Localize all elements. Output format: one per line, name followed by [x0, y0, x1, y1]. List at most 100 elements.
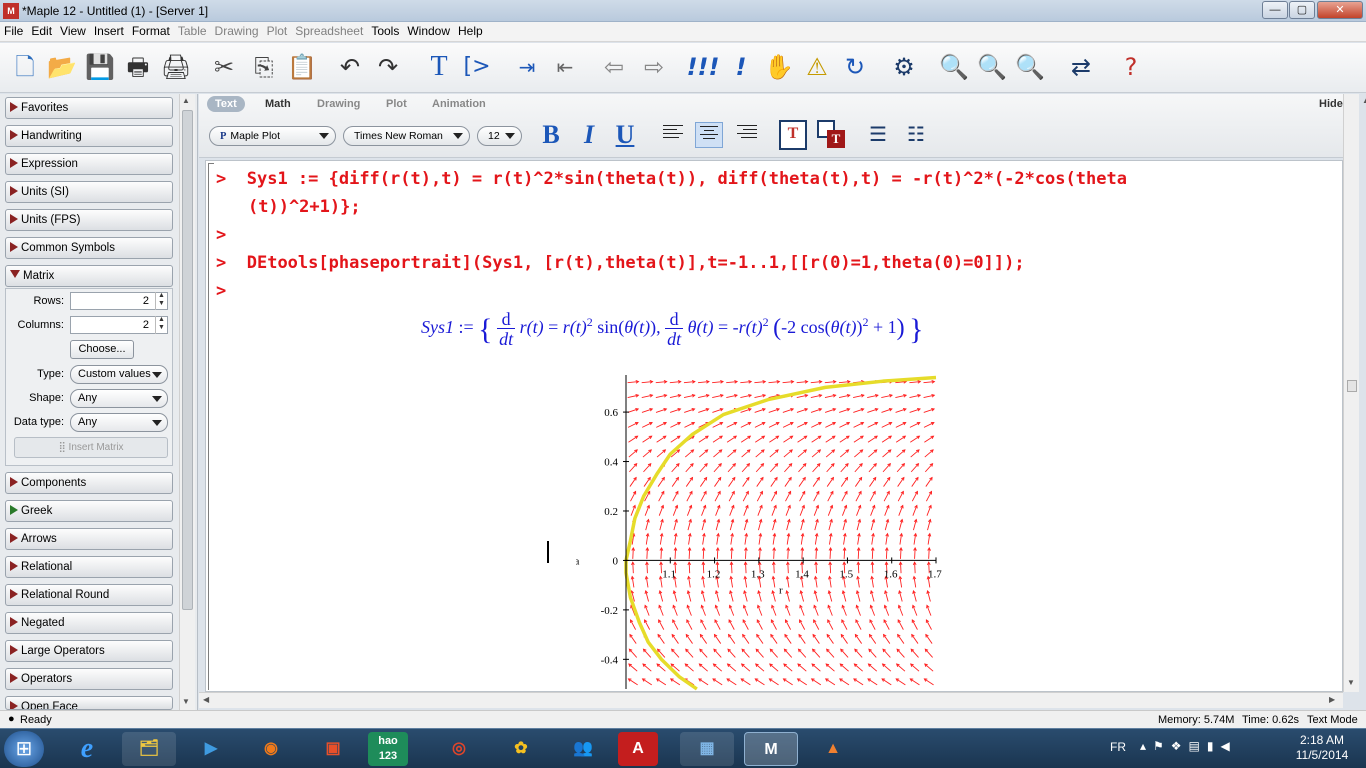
- scroll-right-icon[interactable]: ▶: [1329, 695, 1335, 704]
- menu-table[interactable]: Table: [174, 22, 211, 40]
- palette-common-symbols[interactable]: Common Symbols: [5, 237, 173, 259]
- maple-app-icon[interactable]: M: [3, 3, 19, 19]
- palette-scrollbar[interactable]: ▲ ▼: [179, 94, 195, 710]
- insert-prompt-button[interactable]: [>: [460, 51, 494, 83]
- italic-button[interactable]: I: [575, 120, 603, 150]
- save-icon[interactable]: 💾: [83, 51, 117, 83]
- toggle-arrows-icon[interactable]: ⇄: [1064, 51, 1098, 83]
- scroll-thumb[interactable]: [182, 110, 193, 610]
- rows-input[interactable]: 2: [70, 292, 168, 310]
- clock[interactable]: 2:18 AM 11/5/2014: [1280, 733, 1364, 763]
- palette-components[interactable]: Components: [5, 472, 173, 494]
- menu-spreadsheet[interactable]: Spreadsheet: [291, 22, 367, 40]
- tab-text[interactable]: Text: [207, 96, 245, 112]
- zoom-in-icon[interactable]: 🔍: [937, 51, 971, 83]
- copy-icon[interactable]: ⎘: [247, 51, 281, 83]
- datatype-select[interactable]: Any: [70, 413, 168, 432]
- menu-tools[interactable]: Tools: [367, 22, 403, 40]
- language-indicator[interactable]: FR: [1110, 740, 1126, 754]
- underline-button[interactable]: U: [611, 120, 639, 150]
- scroll-down-icon[interactable]: ▼: [1347, 678, 1355, 687]
- tab-math[interactable]: Math: [257, 96, 299, 112]
- maple-taskbar-icon[interactable]: M: [744, 732, 798, 766]
- menu-help[interactable]: Help: [454, 22, 487, 40]
- system-tray-icons[interactable]: ▴⚑❖▤▮◀: [1140, 739, 1237, 753]
- outdent-icon[interactable]: ⇤: [548, 51, 582, 83]
- firefox-icon[interactable]: ◉: [244, 732, 298, 766]
- align-center-icon[interactable]: [695, 122, 723, 148]
- chrome-icon[interactable]: ◎: [432, 732, 486, 766]
- scroll-up-icon[interactable]: ▲: [182, 96, 190, 105]
- type-select[interactable]: Custom values: [70, 365, 168, 384]
- print-preview-icon[interactable]: 🖨: [159, 51, 193, 83]
- bold-button[interactable]: B: [537, 120, 565, 150]
- minimize-button[interactable]: —: [1262, 1, 1288, 19]
- powerpoint-icon[interactable]: ▣: [306, 732, 360, 766]
- palette-favorites[interactable]: Favorites: [5, 97, 173, 119]
- input-line-4[interactable]: >: [216, 281, 226, 301]
- network-users-icon[interactable]: 👥: [556, 732, 610, 766]
- insert-matrix-button[interactable]: ⣿ Insert Matrix: [14, 437, 168, 458]
- text-color-icon[interactable]: T: [779, 120, 807, 150]
- insert-text-button[interactable]: T: [422, 51, 456, 83]
- align-right-icon[interactable]: [733, 122, 761, 148]
- help-icon[interactable]: ?: [1114, 51, 1148, 83]
- execute-all-button[interactable]: !!!: [686, 51, 720, 83]
- shape-select[interactable]: Any: [70, 389, 168, 408]
- print-icon[interactable]: 🖶: [121, 51, 155, 83]
- document-vertical-scrollbar[interactable]: ▼: [1343, 94, 1359, 692]
- back-arrow-icon[interactable]: ⇦: [597, 51, 631, 83]
- rows-spinner-icon[interactable]: ▲ ▼: [155, 292, 167, 310]
- menu-plot[interactable]: Plot: [263, 22, 292, 40]
- menu-drawing[interactable]: Drawing: [211, 22, 263, 40]
- photo-flower-icon[interactable]: ✿: [494, 732, 548, 766]
- scissors-icon[interactable]: ✂: [207, 51, 241, 83]
- execute-button[interactable]: !: [724, 51, 758, 83]
- matlab-icon[interactable]: ▲: [806, 732, 860, 766]
- palette-units-si[interactable]: Units (SI): [5, 181, 173, 203]
- palette-negated[interactable]: Negated: [5, 612, 173, 634]
- palette-operators[interactable]: Operators: [5, 668, 173, 690]
- choose-button[interactable]: Choose...: [70, 340, 134, 359]
- maximize-button[interactable]: ▢: [1289, 1, 1315, 19]
- align-left-icon[interactable]: [659, 122, 687, 148]
- open-folder-icon[interactable]: 📂: [45, 51, 79, 83]
- palette-relational[interactable]: Relational: [5, 556, 173, 578]
- tab-drawing[interactable]: Drawing: [309, 96, 368, 112]
- menu-file[interactable]: File: [0, 22, 27, 40]
- input-line-1-continued[interactable]: (t))^2+1)};: [248, 197, 361, 217]
- bullet-list-icon[interactable]: ☰: [869, 124, 893, 146]
- palette-large-operators[interactable]: Large Operators: [5, 640, 173, 662]
- style-select[interactable]: P Maple Plot: [209, 126, 336, 146]
- tab-animation[interactable]: Animation: [424, 96, 494, 112]
- highlight-color-icon[interactable]: T: [817, 120, 847, 150]
- hao123-icon[interactable]: hao 123: [368, 732, 408, 766]
- restart-icon[interactable]: ↻: [838, 51, 872, 83]
- picture-viewer-icon[interactable]: ▦: [680, 732, 734, 766]
- numbered-list-icon[interactable]: ☷: [907, 124, 931, 146]
- input-line-3[interactable]: > DEtools[phaseportrait](Sys1, [r(t),the…: [216, 253, 1025, 273]
- menu-view[interactable]: View: [56, 22, 90, 40]
- columns-input[interactable]: 2: [70, 316, 168, 334]
- settings-gears-icon[interactable]: ⚙: [887, 51, 921, 83]
- zoom-icon[interactable]: 🔍: [975, 51, 1009, 83]
- pdf-reader-icon[interactable]: A: [618, 732, 658, 766]
- indent-icon[interactable]: ⇥: [510, 51, 544, 83]
- palette-open-face[interactable]: Open Face: [5, 696, 173, 710]
- new-document-icon[interactable]: 🗋: [8, 51, 42, 83]
- scroll-thumb[interactable]: [1347, 380, 1357, 392]
- palette-arrows[interactable]: Arrows: [5, 528, 173, 550]
- undo-icon[interactable]: ↶: [333, 51, 367, 83]
- debug-icon[interactable]: ⚠: [800, 51, 834, 83]
- font-size-select[interactable]: 12: [477, 126, 522, 146]
- worksheet[interactable]: > Sys1 := {diff(r(t),t) = r(t)^2*sin(the…: [205, 160, 1343, 692]
- paste-icon[interactable]: 📋: [285, 51, 319, 83]
- menu-window[interactable]: Window: [403, 22, 454, 40]
- palette-greek[interactable]: Greek: [5, 500, 173, 522]
- input-line-2[interactable]: >: [216, 225, 226, 245]
- menu-format[interactable]: Format: [128, 22, 174, 40]
- scroll-left-icon[interactable]: ◀: [203, 695, 209, 704]
- scroll-down-icon[interactable]: ▼: [182, 697, 190, 706]
- execution-group-bracket[interactable]: [208, 163, 214, 690]
- font-select[interactable]: Times New Roman: [343, 126, 470, 146]
